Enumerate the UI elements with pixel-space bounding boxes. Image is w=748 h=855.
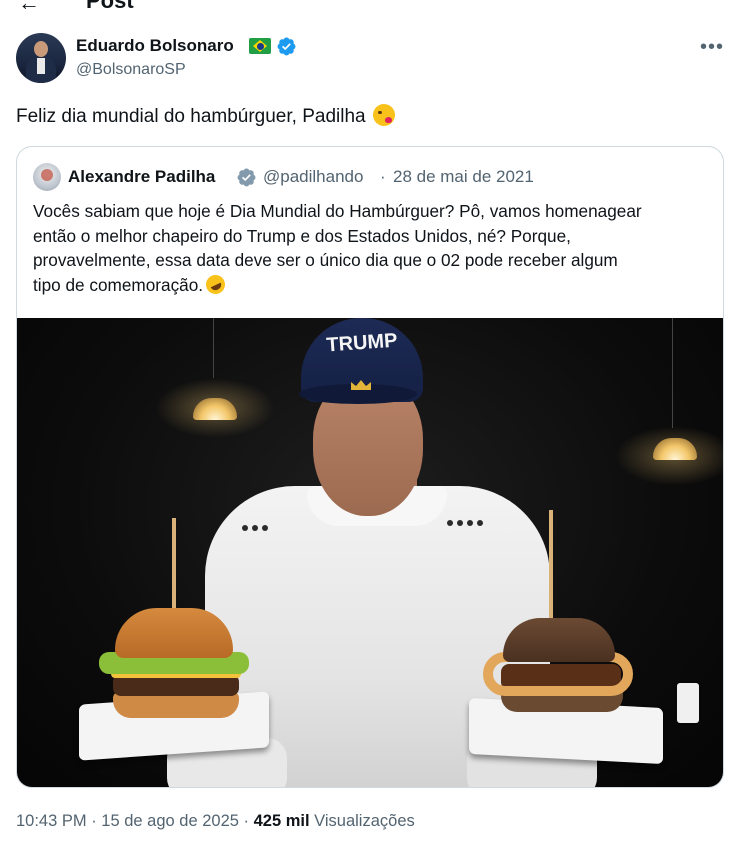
quoted-text-line: provavelmente, essa data deve ser o únic… (33, 250, 618, 270)
tweet-text: Feliz dia mundial do hambúrguer, Padilha (16, 104, 395, 129)
verified-badge-icon (237, 168, 256, 187)
rolling-on-floor-laughing-icon (202, 271, 229, 297)
quoted-author-handle: @padilhando (263, 167, 364, 186)
meta-separator: · (238, 812, 254, 830)
arrow-left-icon[interactable]: ← (18, 0, 40, 16)
page-title: Post (86, 0, 134, 13)
quoted-author-avatar (33, 163, 61, 191)
tweet-body: Feliz dia mundial do hambúrguer, Padilha (16, 106, 366, 127)
quoted-photo[interactable]: TRUMP (17, 318, 723, 787)
burger (503, 618, 615, 662)
post-page: ← Post Eduardo Bolsonaro @BolsonaroSP ••… (0, 0, 748, 855)
post-date[interactable]: 15 de ago de 2025 (101, 812, 239, 830)
face-blowing-kiss-icon (372, 104, 395, 126)
views-label: Visualizações (309, 812, 415, 830)
quoted-date: 28 de mai de 2021 (393, 167, 534, 186)
quoted-text-line: tipo de comemoração. (33, 274, 204, 295)
top-bar: ← Post (0, 0, 748, 16)
quoted-text-line: Vocês sabiam que hoje é Dia Mundial do H… (33, 201, 642, 221)
quoted-tweet-text: Vocês sabiam que hoje é Dia Mundial do H… (33, 199, 713, 297)
brazil-flag-icon (249, 38, 271, 54)
quoted-tweet-card[interactable]: Alexandre Padilha @padilhando · 28 de ma… (16, 146, 724, 788)
author-avatar[interactable] (16, 33, 66, 83)
burger (115, 608, 233, 658)
author-name[interactable]: Eduardo Bolsonaro (76, 36, 234, 56)
verified-badge-icon[interactable] (276, 36, 297, 57)
separator-dot: · (380, 167, 386, 186)
views-count: 425 mil (253, 812, 310, 830)
quoted-author-name: Alexandre Padilha (68, 167, 216, 186)
post-meta: 10:43 PM · 15 de ago de 2025 · 425 mil V… (16, 812, 415, 831)
quoted-text-line: então o melhor chapeiro do Trump e dos E… (33, 225, 571, 246)
more-horizontal-icon[interactable]: ••• (700, 36, 724, 59)
post-time[interactable]: 10:43 PM (16, 812, 87, 830)
quoted-text-line-last: tipo de comemoração. (33, 271, 713, 298)
meta-separator: · (86, 812, 102, 830)
author-handle[interactable]: @BolsonaroSP (76, 61, 186, 79)
